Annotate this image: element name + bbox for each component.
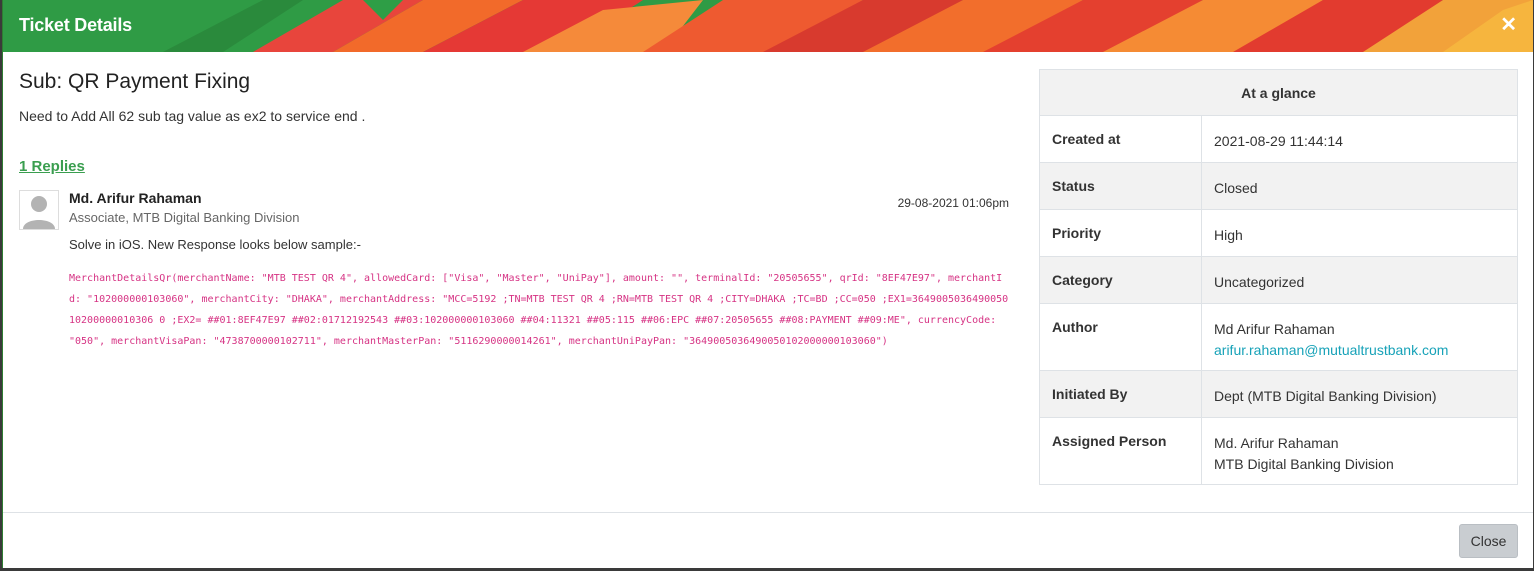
reply-body: Md. Arifur Rahaman Associate, MTB Digita…	[69, 190, 1009, 352]
glance-value: 2021-08-29 11:44:14	[1201, 115, 1518, 163]
glance-value: Md Arifur Rahaman arifur.rahaman@mutualt…	[1201, 303, 1518, 371]
reply-text: Solve in iOS. New Response looks below s…	[69, 237, 361, 252]
glance-value: High	[1201, 209, 1518, 257]
close-x-icon[interactable]: ✕	[1500, 14, 1517, 36]
glance-row-status: Status Closed	[1039, 162, 1518, 210]
glance-row-priority: Priority High	[1039, 209, 1518, 257]
close-button[interactable]: Close	[1459, 524, 1518, 558]
glance-label: Category	[1039, 256, 1202, 304]
glance-value: Uncategorized	[1201, 256, 1518, 304]
ticket-subject: Sub: QR Payment Fixing	[19, 70, 251, 93]
assigned-person-division: MTB Digital Banking Division	[1214, 456, 1394, 472]
user-avatar-icon	[19, 190, 59, 230]
glance-row-initiated-by: Initiated By Dept (MTB Digital Banking D…	[1039, 370, 1518, 418]
modal-title: Ticket Details	[19, 15, 132, 35]
modal-footer: Close	[3, 512, 1533, 568]
header-banner-art	[3, 0, 1533, 52]
glance-row-author: Author Md Arifur Rahaman arifur.rahaman@…	[1039, 303, 1518, 371]
reply-author-role: Associate, MTB Digital Banking Division	[69, 210, 300, 225]
glance-value: Md. Arifur Rahaman MTB Digital Banking D…	[1201, 417, 1518, 485]
modal-header: Ticket Details ✕	[3, 0, 1533, 52]
glance-value: Dept (MTB Digital Banking Division)	[1201, 370, 1518, 418]
glance-row-category: Category Uncategorized	[1039, 256, 1518, 304]
reply-code-sample: MerchantDetailsQr(merchantName: "MTB TES…	[69, 273, 1009, 347]
ticket-description: Need to Add All 62 sub tag value as ex2 …	[19, 108, 366, 124]
at-a-glance-table: At a glance Created at 2021-08-29 11:44:…	[1039, 69, 1518, 485]
glance-label: Priority	[1039, 209, 1202, 257]
reply-author: Md. Arifur Rahaman	[69, 190, 202, 206]
replies-link[interactable]: 1 Replies	[19, 158, 85, 175]
author-name-value: Md Arifur Rahaman	[1214, 321, 1335, 337]
ticket-details-modal: Ticket Details ✕ Sub: QR Payment Fixing …	[2, 0, 1533, 568]
glance-value: Closed	[1201, 162, 1518, 210]
glance-label: Author	[1039, 303, 1202, 371]
glance-label: Assigned Person	[1039, 417, 1202, 485]
glance-heading: At a glance	[1039, 69, 1518, 116]
glance-label: Status	[1039, 162, 1202, 210]
reply-date: 29-08-2021 01:06pm	[897, 196, 1009, 210]
ticket-main: Sub: QR Payment Fixing Need to Add All 6…	[19, 68, 1009, 352]
reply-item: 29-08-2021 01:06pm Md. Arifur Rahaman As…	[19, 190, 1009, 352]
glance-label: Initiated By	[1039, 370, 1202, 418]
glance-label: Created at	[1039, 115, 1202, 163]
glance-row-created: Created at 2021-08-29 11:44:14	[1039, 115, 1518, 163]
glance-row-assigned-person: Assigned Person Md. Arifur Rahaman MTB D…	[1039, 417, 1518, 485]
author-email-link[interactable]: arifur.rahaman@mutualtrustbank.com	[1214, 342, 1448, 358]
assigned-person-name: Md. Arifur Rahaman	[1214, 435, 1339, 451]
